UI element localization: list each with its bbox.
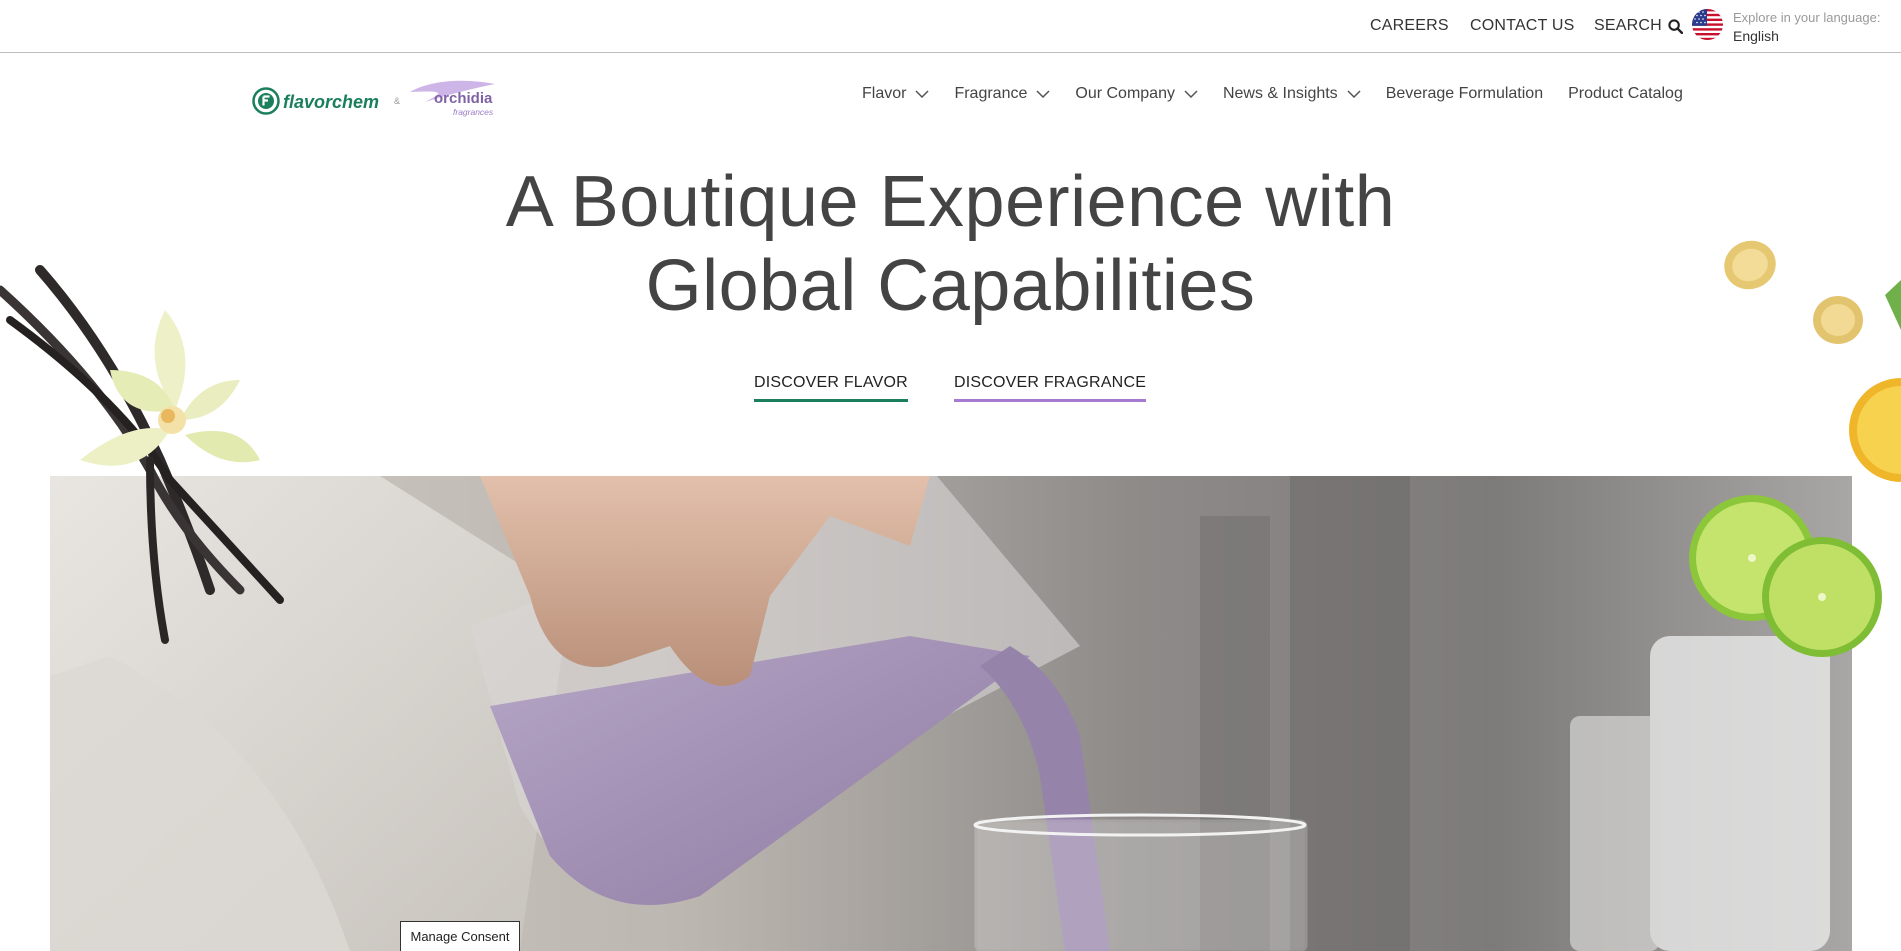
language-prompt: Explore in your language: bbox=[1733, 10, 1881, 25]
chevron-down-icon bbox=[1347, 90, 1361, 98]
language-value: English bbox=[1733, 28, 1779, 44]
vanilla-orchid-decor bbox=[0, 265, 284, 644]
contact-us-link[interactable]: CONTACT US bbox=[1470, 17, 1575, 35]
us-flag-icon bbox=[1692, 9, 1723, 40]
nav-item-flavor[interactable]: Flavor bbox=[862, 85, 929, 103]
utility-bar: CAREERS CONTACT US SEARCH Explore in you… bbox=[0, 0, 1901, 53]
nav-item-fragrance[interactable]: Fragrance bbox=[954, 85, 1050, 103]
site-logo[interactable]: flavorchem & orchidia fragrances bbox=[250, 72, 505, 122]
search-label: SEARCH bbox=[1594, 17, 1662, 34]
careers-link[interactable]: CAREERS bbox=[1370, 17, 1449, 35]
nav-item-label: Beverage Formulation bbox=[1385, 85, 1544, 102]
orchidia-wordmark: orchidia bbox=[434, 90, 493, 107]
nav-item-label: Our Company bbox=[1075, 85, 1175, 102]
search-icon bbox=[1668, 18, 1683, 34]
citrus-ginger-decor bbox=[1689, 240, 1901, 657]
nav-item-our-company[interactable]: Our Company bbox=[1075, 85, 1198, 103]
hero-video bbox=[50, 476, 1852, 951]
nav-item-product-catalog[interactable]: Product Catalog bbox=[1568, 85, 1683, 103]
search-button[interactable]: SEARCH bbox=[1594, 17, 1683, 35]
flavorchem-logo-icon bbox=[252, 87, 280, 115]
chevron-down-icon bbox=[1184, 90, 1198, 98]
nav-item-news-insights[interactable]: News & Insights bbox=[1223, 85, 1361, 103]
main-nav: Flavor Fragrance Our Company News & Insi… bbox=[862, 85, 1683, 103]
nav-item-label: Fragrance bbox=[954, 85, 1028, 102]
manage-consent-button[interactable]: Manage Consent bbox=[400, 921, 520, 951]
logo-ampersand: & bbox=[394, 96, 400, 106]
nav-item-beverage-formulation[interactable]: Beverage Formulation bbox=[1386, 85, 1543, 103]
nav-item-label: Flavor bbox=[862, 85, 907, 102]
nav-item-label: News & Insights bbox=[1222, 85, 1338, 102]
orchidia-sub: fragrances bbox=[453, 107, 494, 117]
flavorchem-wordmark: flavorchem bbox=[283, 92, 379, 112]
discover-fragrance-link[interactable]: DISCOVER FRAGRANCE bbox=[954, 374, 1147, 402]
language-selector[interactable]: Explore in your language: English bbox=[1692, 8, 1880, 46]
discover-flavor-link[interactable]: DISCOVER FLAVOR bbox=[754, 374, 908, 402]
chevron-down-icon bbox=[915, 90, 929, 98]
chevron-down-icon bbox=[1036, 90, 1050, 98]
nav-item-label: Product Catalog bbox=[1568, 85, 1683, 102]
hero-title-line-1: A Boutique Experience with bbox=[505, 162, 1396, 242]
